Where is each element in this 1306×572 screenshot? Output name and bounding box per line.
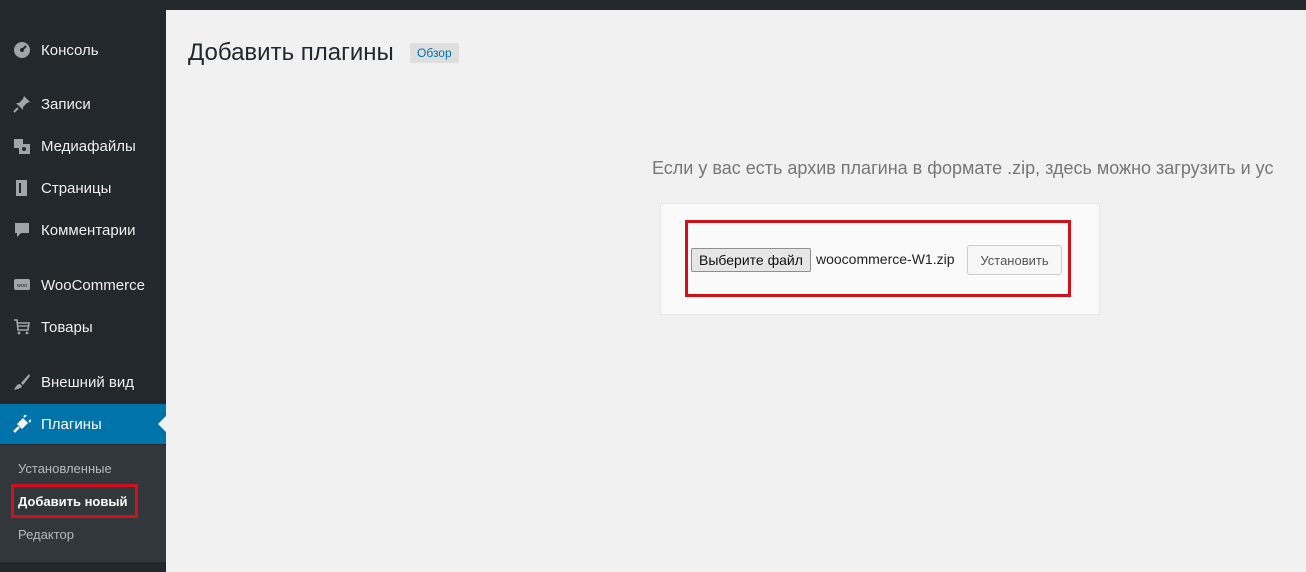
sidebar-item-plugins[interactable]: Плагины (0, 404, 166, 444)
brush-icon (12, 372, 32, 392)
highlight-box-add-new (11, 484, 138, 518)
sidebar-item-pages[interactable]: Страницы (0, 168, 166, 208)
selected-file-name: woocommerce-W1.zip (816, 251, 955, 267)
media-icon (12, 136, 32, 156)
sidebar-item-label: WooCommerce (41, 276, 145, 294)
sidebar-item-appearance[interactable]: Внешний вид (0, 362, 166, 402)
sidebar-item-media[interactable]: Медиафайлы (0, 126, 166, 166)
sidebar-item-label: Товары (41, 318, 93, 336)
install-button[interactable]: Установить (967, 245, 1062, 275)
sidebar-item-label: Плагины (41, 415, 102, 433)
cart-icon (12, 317, 32, 337)
plugin-icon (12, 414, 32, 434)
admin-top-bar (0, 0, 1306, 10)
sidebar-item-label: Страницы (41, 179, 112, 197)
sidebar-item-dashboard[interactable]: Консоль (0, 30, 166, 70)
sidebar-item-products[interactable]: Товары (0, 307, 166, 347)
sidebar-item-label: Записи (41, 95, 91, 113)
submenu-item-installed[interactable]: Установленные (18, 461, 112, 476)
submenu-item-editor[interactable]: Редактор (18, 527, 74, 542)
browse-button[interactable]: Обзор (410, 43, 459, 63)
sidebar-item-comments[interactable]: Комментарии (0, 210, 166, 250)
woo-icon: woo (12, 275, 32, 295)
sidebar-item-woocommerce[interactable]: woo WooCommerce (0, 265, 166, 305)
pushpin-icon (12, 94, 32, 114)
sidebar-item-label: Консоль (41, 41, 99, 59)
svg-text:woo: woo (17, 283, 27, 289)
comment-icon (12, 220, 32, 240)
pages-icon (12, 178, 32, 198)
sidebar-item-label: Комментарии (41, 221, 136, 239)
dashboard-icon (12, 40, 32, 60)
sidebar-item-label: Внешний вид (41, 373, 134, 391)
upload-description: Если у вас есть архив плагина в формате … (652, 158, 1274, 178)
choose-file-button[interactable]: Выберите файл (691, 248, 811, 272)
page-title: Добавить плагины (188, 39, 394, 66)
active-indicator-arrow (158, 416, 166, 432)
sidebar-item-label: Медиафайлы (41, 137, 136, 155)
sidebar-item-posts[interactable]: Записи (0, 84, 166, 124)
